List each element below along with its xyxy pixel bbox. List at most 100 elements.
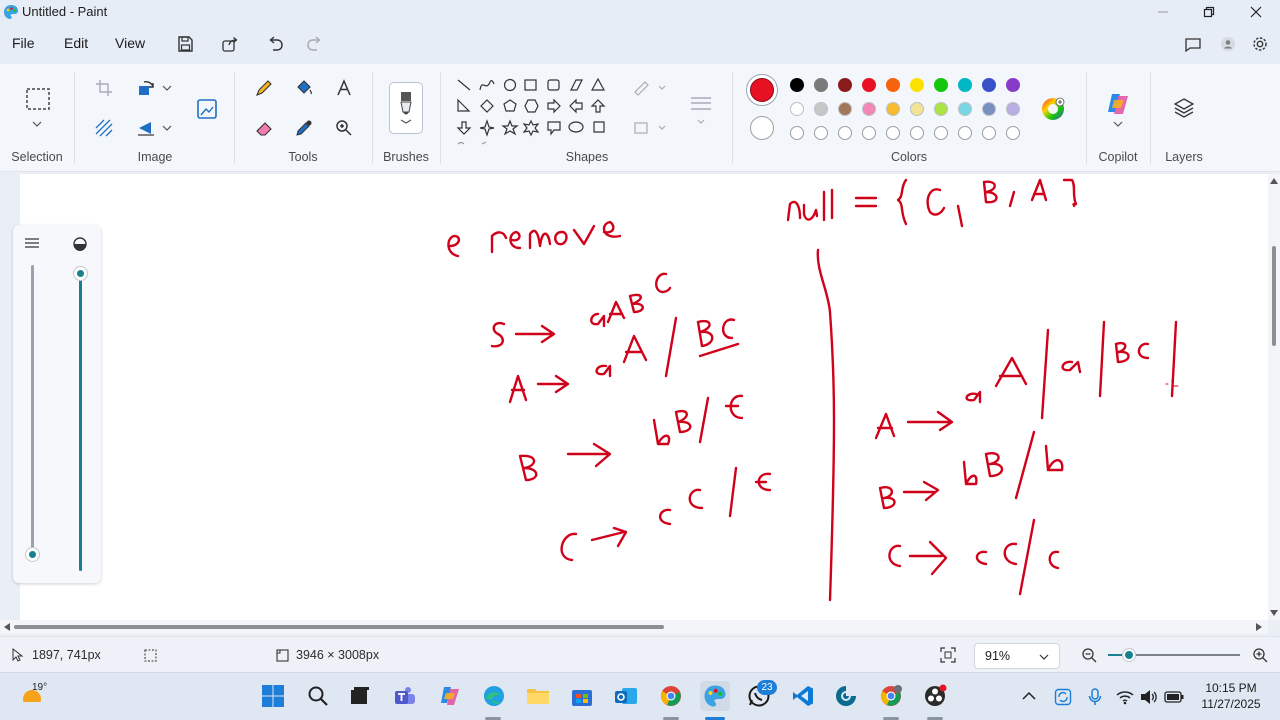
custom-color-slot[interactable] xyxy=(934,126,948,140)
menu-edit[interactable]: Edit xyxy=(64,35,88,51)
fill-button[interactable] xyxy=(290,74,318,102)
settings-button[interactable] xyxy=(1248,32,1272,56)
palette-swatch[interactable] xyxy=(838,102,852,116)
edge-app[interactable] xyxy=(479,681,509,711)
custom-color-slot[interactable] xyxy=(910,126,924,140)
chevron-down-icon[interactable] xyxy=(162,124,172,132)
palette-swatch[interactable] xyxy=(790,102,804,116)
size-button[interactable] xyxy=(686,88,716,132)
palette-swatch[interactable] xyxy=(982,102,996,116)
undo-button[interactable] xyxy=(263,32,287,56)
taskbar-search[interactable] xyxy=(303,681,333,711)
background-removal-button[interactable] xyxy=(90,114,118,142)
palette-swatch[interactable] xyxy=(886,78,900,92)
custom-color-slot[interactable] xyxy=(958,126,972,140)
brushes-button[interactable] xyxy=(389,82,423,134)
text-button[interactable] xyxy=(330,74,358,102)
palette-swatch[interactable] xyxy=(790,78,804,92)
horizontal-scroll-thumb[interactable] xyxy=(14,625,664,629)
obs-app[interactable] xyxy=(920,681,950,711)
account-button[interactable] xyxy=(1216,32,1240,56)
menu-view[interactable]: View xyxy=(115,35,145,51)
palette-swatch[interactable] xyxy=(862,78,876,92)
scroll-up-icon[interactable] xyxy=(1270,178,1278,184)
microsoft-store-app[interactable] xyxy=(567,681,597,711)
start-button[interactable] xyxy=(258,681,288,711)
rotate-button[interactable] xyxy=(132,74,160,102)
palette-swatch[interactable] xyxy=(862,102,876,116)
share-button[interactable] xyxy=(218,32,242,56)
palette-swatch[interactable] xyxy=(886,102,900,116)
custom-color-slot[interactable] xyxy=(886,126,900,140)
custom-color-slot[interactable] xyxy=(790,126,804,140)
task-view-button[interactable] xyxy=(345,681,375,711)
save-button[interactable] xyxy=(173,32,197,56)
minimize-button[interactable] xyxy=(1140,0,1186,24)
opacity-slider-track[interactable] xyxy=(79,273,82,571)
outline-dropdown[interactable] xyxy=(628,74,672,102)
palette-swatch[interactable] xyxy=(910,102,924,116)
custom-color-slot[interactable] xyxy=(838,126,852,140)
chevron-down-icon[interactable] xyxy=(1113,120,1123,128)
scroll-left-icon[interactable] xyxy=(4,623,10,631)
copilot-m365-app[interactable] xyxy=(831,681,861,711)
zoom-in-icon[interactable] xyxy=(1252,647,1268,663)
palette-swatch[interactable] xyxy=(934,102,948,116)
chrome-app[interactable] xyxy=(656,681,686,711)
scroll-down-icon[interactable] xyxy=(1270,610,1278,616)
file-explorer-app[interactable] xyxy=(523,681,553,711)
chrome-profile-app[interactable] xyxy=(876,681,906,711)
resize-button[interactable] xyxy=(192,94,222,124)
drawing-canvas[interactable] xyxy=(20,174,1268,620)
opacity-slider-thumb[interactable] xyxy=(74,267,87,280)
fill-dropdown[interactable] xyxy=(628,114,672,142)
zoom-out-icon[interactable] xyxy=(1081,647,1097,663)
chevron-down-icon[interactable] xyxy=(162,84,172,92)
selection-button[interactable] xyxy=(23,84,53,114)
vscode-app[interactable] xyxy=(788,681,818,711)
volume-icon[interactable] xyxy=(1140,689,1158,705)
sync-icon[interactable] xyxy=(1054,688,1072,706)
zoom-dropdown[interactable]: 91% xyxy=(974,643,1060,669)
palette-swatch[interactable] xyxy=(934,78,948,92)
palette-swatch[interactable] xyxy=(1006,102,1020,116)
custom-color-slot[interactable] xyxy=(982,126,996,140)
color-1-button[interactable] xyxy=(746,74,778,106)
pencil-button[interactable] xyxy=(250,74,278,102)
palette-swatch[interactable] xyxy=(958,78,972,92)
fit-to-window-icon[interactable] xyxy=(940,647,956,663)
microphone-icon[interactable] xyxy=(1088,688,1102,706)
palette-swatch[interactable] xyxy=(1006,78,1020,92)
magnifier-button[interactable] xyxy=(330,114,358,142)
feedback-button[interactable] xyxy=(1181,32,1205,56)
palette-swatch[interactable] xyxy=(814,102,828,116)
vertical-scrollbar[interactable] xyxy=(1268,174,1280,620)
custom-color-slot[interactable] xyxy=(862,126,876,140)
zoom-slider-thumb[interactable] xyxy=(1123,649,1135,661)
palette-swatch[interactable] xyxy=(910,78,924,92)
battery-icon[interactable] xyxy=(1164,690,1184,704)
color-picker-button[interactable] xyxy=(290,114,318,142)
edit-colors-button[interactable] xyxy=(1038,94,1068,124)
palette-swatch[interactable] xyxy=(814,78,828,92)
taskbar-date[interactable]: 11/27/2025 xyxy=(1196,697,1266,711)
palette-swatch[interactable] xyxy=(958,102,972,116)
wifi-icon[interactable] xyxy=(1116,689,1134,705)
copilot-button[interactable] xyxy=(1102,88,1134,120)
palette-swatch[interactable] xyxy=(838,78,852,92)
vertical-scroll-thumb[interactable] xyxy=(1272,246,1276,346)
eraser-button[interactable] xyxy=(250,114,278,142)
shapes-gallery[interactable] xyxy=(452,76,616,152)
tray-overflow-chevron-icon[interactable] xyxy=(1022,691,1036,701)
outlook-app[interactable] xyxy=(611,681,641,711)
maximize-button[interactable] xyxy=(1186,0,1232,24)
layers-button[interactable] xyxy=(1168,92,1200,124)
size-slider-thumb[interactable] xyxy=(26,548,39,561)
crop-button[interactable] xyxy=(90,74,118,102)
size-slider-track[interactable] xyxy=(31,265,34,555)
menu-file[interactable]: File xyxy=(12,35,35,51)
flip-button[interactable] xyxy=(132,114,160,142)
chevron-down-icon[interactable] xyxy=(32,120,42,128)
color-2-button[interactable] xyxy=(750,116,774,140)
paint-app[interactable] xyxy=(700,681,730,711)
